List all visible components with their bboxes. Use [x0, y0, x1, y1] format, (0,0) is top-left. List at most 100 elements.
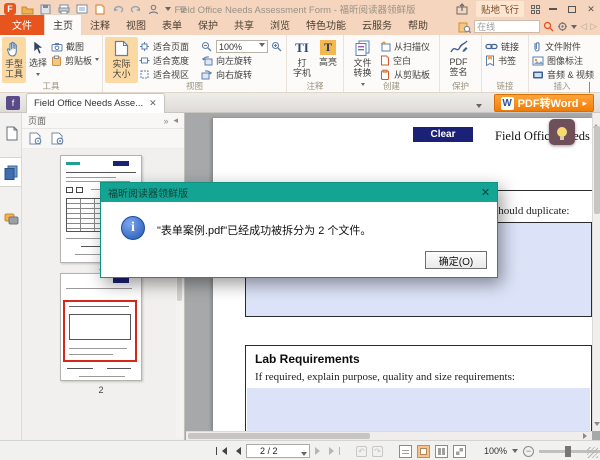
fit-page-button[interactable]: 适合页面	[138, 40, 200, 53]
search-icon[interactable]	[543, 21, 554, 32]
screenshot-button[interactable]: 截图	[50, 40, 100, 53]
convert-pages-icon	[354, 40, 371, 56]
redo-button[interactable]	[129, 3, 142, 16]
previous-page-button[interactable]	[232, 447, 241, 455]
tab-home[interactable]: 主页	[44, 14, 82, 35]
horizontal-scrollbar[interactable]	[186, 431, 592, 440]
find-previous-icon[interactable]: ◁	[580, 21, 587, 32]
tab-help[interactable]: 帮助	[400, 15, 436, 35]
close-tab-icon[interactable]: ✕	[149, 98, 157, 109]
window-title: Field Office Needs Assessment Form - 福昕阅…	[150, 2, 440, 16]
paste-button[interactable]	[93, 3, 106, 16]
dialog-message: "表单案例.pdf"已经成功被拆分为 2 个文件。	[157, 222, 371, 238]
highlight-button[interactable]: T 高亮	[315, 37, 341, 83]
zoom-percent-caret-icon[interactable]	[512, 449, 518, 456]
thumbnail-zoom-out-button[interactable]	[29, 132, 43, 145]
split-result-dialog: 福昕阅读器领鲜版 ✕ i "表单案例.pdf"已经成功被拆分为 2 个文件。 确…	[100, 182, 498, 278]
from-scanner-button[interactable]: 从扫描仪	[379, 40, 431, 53]
panel-expand-icon[interactable]: »	[163, 116, 168, 126]
page-caret-icon	[301, 452, 307, 459]
maximize-button[interactable]	[566, 3, 578, 15]
convert-file-button[interactable]: 文件 转换	[346, 37, 379, 83]
tab-file[interactable]: 文件	[0, 15, 44, 35]
pages-panel-button[interactable]	[0, 157, 22, 187]
open-file-button[interactable]	[21, 3, 34, 16]
tab-share[interactable]: 共享	[226, 15, 262, 35]
settings-caret-icon[interactable]	[571, 25, 577, 32]
tab-list-caret-icon[interactable]	[476, 104, 482, 111]
zoom-out-button[interactable]: −	[523, 446, 534, 457]
group-label-create: 创建	[344, 80, 439, 92]
clear-form-button[interactable]: Clear	[413, 127, 473, 142]
pdf-sign-button[interactable]: PDF 签名	[442, 37, 475, 83]
collapse-ribbon-button[interactable]	[589, 83, 596, 90]
tab-cloud[interactable]: 云服务	[354, 15, 400, 35]
layout-grid-icon[interactable]	[531, 5, 540, 14]
rotate-left-button[interactable]: 向左旋转	[200, 54, 284, 67]
ribbon-group-protect: PDF 签名 保护	[440, 35, 482, 92]
ok-button[interactable]: 确定(O)	[425, 251, 487, 269]
dialog-title-bar: 福昕阅读器领鲜版	[101, 183, 497, 202]
close-button[interactable]	[585, 3, 597, 15]
file-attachment-button[interactable]: 文件附件	[531, 40, 595, 53]
undo-button[interactable]	[111, 3, 124, 16]
bookmarks-panel-button[interactable]	[0, 119, 22, 147]
clipboard-caret-icon	[95, 58, 99, 63]
ribbon-group-view: 实际 大小 适合页面 适合宽度 适合视区	[103, 35, 287, 92]
find-next-icon[interactable]: ▷	[590, 21, 597, 32]
document-tab[interactable]: Field Office Needs Asse... ✕	[26, 93, 165, 113]
continuous-facing-view-button[interactable]	[453, 445, 466, 458]
actual-size-button[interactable]: 实际 大小	[105, 37, 138, 83]
hand-tool-button[interactable]: 手型 工具	[2, 37, 26, 83]
resize-grip[interactable]	[587, 447, 598, 458]
share-icon[interactable]	[456, 3, 469, 16]
select-caret-icon	[36, 73, 40, 78]
next-view-button[interactable]: ↷	[372, 446, 383, 457]
lab-requirements-field[interactable]	[247, 388, 590, 431]
first-page-button[interactable]	[216, 447, 227, 455]
fly-mode-button[interactable]: 贴地飞行	[476, 1, 524, 17]
bookmark-button[interactable]: 书签	[484, 54, 520, 67]
assistant-bulb-icon[interactable]	[549, 119, 575, 145]
facing-view-button[interactable]	[435, 445, 448, 458]
zoom-in-icon[interactable]	[271, 41, 283, 52]
fit-width-button[interactable]: 适合宽度	[138, 54, 200, 67]
settings-gear-icon[interactable]	[557, 21, 568, 32]
typewriter-button[interactable]: TI 打 字机	[289, 37, 315, 83]
clipboard-button[interactable]: 剪贴板	[50, 54, 100, 67]
continuous-view-button[interactable]	[417, 445, 430, 458]
pdf-to-word-button[interactable]: W PDF转Word ▸	[494, 94, 594, 112]
zoom-level-select[interactable]: 100%	[216, 40, 268, 53]
page-2-label[interactable]: 2	[60, 385, 142, 395]
zoom-slider-thumb[interactable]	[565, 446, 571, 457]
previous-view-button[interactable]: ↶	[356, 446, 367, 457]
image-annotation-button[interactable]: 图像标注	[531, 54, 595, 67]
tab-view[interactable]: 视图	[118, 15, 154, 35]
page-2-thumbnail[interactable]	[60, 273, 142, 381]
comments-panel-button[interactable]	[0, 205, 22, 233]
info-icon: i	[121, 216, 145, 240]
next-page-button[interactable]	[315, 447, 324, 455]
tab-protect[interactable]: 保护	[190, 15, 226, 35]
single-page-view-button[interactable]	[399, 445, 412, 458]
panel-collapse-icon[interactable]: ◂	[173, 115, 178, 126]
ribbon: 手型 工具 选择 截图 剪贴板	[0, 35, 600, 93]
dialog-close-button[interactable]: ✕	[479, 186, 492, 199]
search-input[interactable]	[474, 20, 540, 33]
vertical-scrollbar[interactable]	[592, 113, 600, 431]
app-logo[interactable]: F	[4, 3, 16, 15]
zoom-out-icon[interactable]	[201, 41, 213, 52]
minimize-button[interactable]	[547, 3, 559, 15]
fit-visible-icon	[139, 69, 150, 80]
thumbnail-zoom-in-button[interactable]	[51, 132, 65, 145]
tab-form[interactable]: 表单	[154, 15, 190, 35]
tab-comment[interactable]: 注释	[82, 15, 118, 35]
last-page-button[interactable]	[329, 447, 340, 455]
select-tool-button[interactable]: 选择	[26, 37, 50, 83]
tab-features[interactable]: 特色功能	[298, 15, 354, 35]
blank-document-button[interactable]: 空白	[379, 54, 431, 67]
search-scope-icon[interactable]	[458, 21, 471, 33]
page-number-box[interactable]: 2 / 2	[246, 444, 310, 458]
link-button[interactable]: 链接	[484, 40, 520, 53]
tab-browse[interactable]: 浏览	[262, 15, 298, 35]
